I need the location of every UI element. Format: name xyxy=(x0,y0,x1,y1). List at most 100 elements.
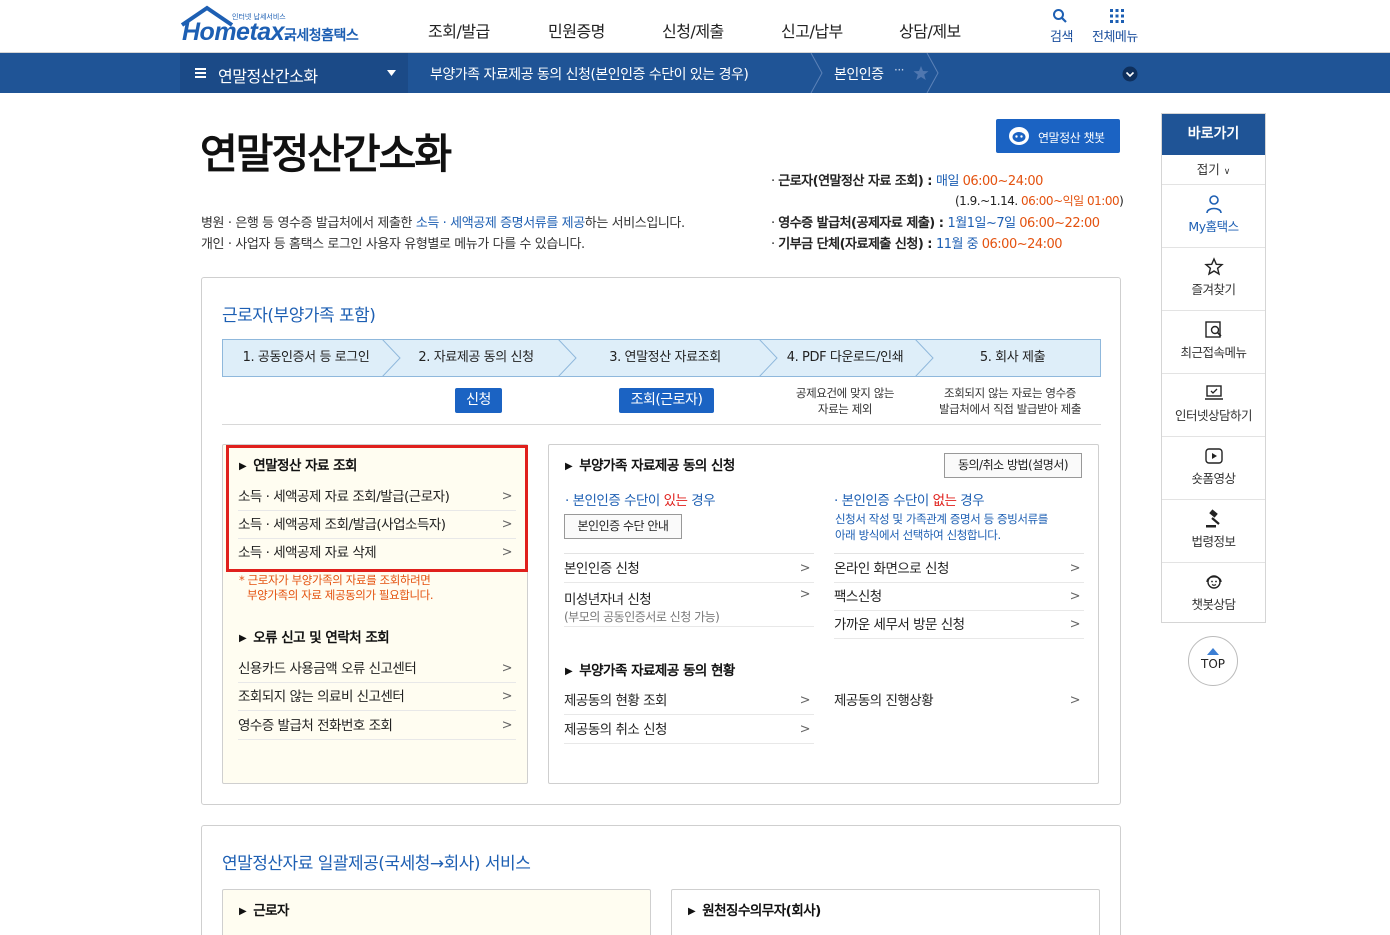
note-line: 조회되지 않는 자료는 영수증 xyxy=(944,386,1076,400)
consent-method-button[interactable]: 동의/취소 방법(설명서) xyxy=(944,453,1082,478)
search-icon xyxy=(1053,9,1067,23)
note-line: 공제요건에 맞지 않는 xyxy=(795,386,895,400)
grid-menu-icon xyxy=(1110,9,1124,23)
info-tail: ) xyxy=(1119,194,1124,208)
consent-heading: 부양가족 자료제공 동의 신청 xyxy=(565,454,735,474)
link-medical-report-center[interactable]: 조회되지 않는 의료비 신고센터 > xyxy=(238,683,516,711)
page-description-2: 개인 · 사업자 등 홈택스 로그인 사용자 유형별로 메뉴가 다를 수 있습니… xyxy=(201,237,585,252)
nav-application[interactable]: 신청/제출 xyxy=(662,18,724,42)
chevron-right-icon: > xyxy=(1069,589,1081,604)
all-menu-button[interactable]: 전체메뉴 xyxy=(1092,6,1144,45)
info-label: 영수증 발급처(공제자료 제출) : xyxy=(778,216,948,231)
link-label: 제공동의 현황 조회 xyxy=(564,693,667,709)
link-consent-status[interactable]: 제공동의 현황 조회 > xyxy=(564,687,814,715)
quick-chatbot-consult[interactable]: 챗봇상담 xyxy=(1162,562,1265,625)
step-1-login: 1. 공동인증서 등 로그인 xyxy=(242,350,370,365)
link-minor-apply[interactable]: 미성년자녀 신청 (부모의 공동인증서로 신청 가능) > xyxy=(564,583,814,627)
chevron-right-icon: > xyxy=(799,587,811,602)
breadcrumb-separator-icon xyxy=(810,53,823,93)
auth-guide-button[interactable]: 본인인증 수단 안내 xyxy=(564,514,682,539)
quick-recent-menu[interactable]: 최근접속메뉴 xyxy=(1162,310,1265,373)
link-income-deduction-worker[interactable]: 소득 · 세액공제 자료 조회/발급(근로자) > xyxy=(238,483,516,511)
quick-internet-consult[interactable]: 인터넷상담하기 xyxy=(1162,373,1265,436)
nav-certificate[interactable]: 민원증명 xyxy=(548,18,605,42)
quick-favorites[interactable]: 즐겨찾기 xyxy=(1162,247,1265,310)
consent-status-heading: 부양가족 자료제공 동의 현황 xyxy=(565,659,735,679)
link-income-deduction-business[interactable]: 소득 · 세액공제 조회/발급(사업소득자) > xyxy=(238,511,516,539)
breadcrumb-path-2[interactable]: 본인인증 xyxy=(834,64,884,84)
query-worker-chip-button[interactable]: 조회(근로자) xyxy=(619,388,714,413)
divider xyxy=(834,553,1084,554)
breadcrumb-path-1[interactable]: 부양가족 자료제공 동의 신청(본인인증 수단이 있는 경우) xyxy=(430,64,749,84)
fold-label: 접기 xyxy=(1196,162,1220,177)
link-label: 가까운 세무서 방문 신청 xyxy=(834,617,965,633)
chevron-right-icon: > xyxy=(799,693,811,708)
breadcrumb-separator-icon xyxy=(926,53,939,93)
info-period: (1.9.~1.14. xyxy=(955,194,1021,208)
quick-my-hometax[interactable]: My홈택스 xyxy=(1162,184,1265,247)
chevron-down-circle-icon[interactable] xyxy=(1122,66,1138,82)
breadcrumb: 연말정산간소화 부양가족 자료제공 동의 신청(본인인증 수단이 있는 경우) … xyxy=(0,53,1390,93)
quick-menu-fold-button[interactable]: 접기 ∨ xyxy=(1162,155,1265,184)
nav-filing[interactable]: 신고/납부 xyxy=(781,18,843,42)
divider xyxy=(222,424,1101,425)
desc-text-highlight: 소득 · 세액공제 증명서류를 제공 xyxy=(415,216,585,231)
play-video-icon xyxy=(1204,448,1223,464)
link-card-error-center[interactable]: 신용카드 사용금액 오류 신고센터 > xyxy=(238,655,516,683)
nav-consult[interactable]: 상담/제보 xyxy=(899,18,961,42)
nav-inquiry[interactable]: 조회/발급 xyxy=(428,18,490,42)
link-auth-apply[interactable]: 본인인증 신청 > xyxy=(564,555,814,583)
search-label: 검색 xyxy=(1050,30,1073,45)
search-button[interactable]: 검색 xyxy=(1048,6,1080,45)
info-time: 06:00~24:00 xyxy=(981,237,1063,252)
chatbot-button[interactable]: 연말정산 챗봇 xyxy=(996,119,1120,153)
chevron-right-icon: > xyxy=(501,689,513,704)
arrow-up-icon xyxy=(1207,648,1219,655)
quick-item-label: 최근접속메뉴 xyxy=(1180,345,1247,360)
info-worker-special-hours: (1.9.~1.14. 06:00~익일 01:00) xyxy=(955,192,1124,209)
step-5-note: 조회되지 않는 자료는 영수증 발급처에서 직접 발급받아 제출 xyxy=(920,385,1100,417)
hamburger-icon xyxy=(195,68,206,78)
chevron-right-icon: > xyxy=(1069,617,1081,632)
link-consent-progress[interactable]: 제공동의 진행상황 > xyxy=(834,687,1084,715)
recent-search-icon xyxy=(1204,321,1222,338)
link-income-deduction-delete[interactable]: 소득 · 세액공제 자료 삭제 > xyxy=(238,539,516,567)
chevron-right-icon: > xyxy=(501,718,513,733)
quick-shortform-video[interactable]: 숏폼영상 xyxy=(1162,436,1265,499)
menu-dropdown[interactable]: 연말정산간소화 xyxy=(180,53,408,93)
quick-item-label: 법령정보 xyxy=(1191,534,1236,549)
error-report-heading: 오류 신고 및 연락처 조회 xyxy=(239,626,390,646)
logo-kr: 국세청홈택스 xyxy=(284,28,359,44)
person-icon xyxy=(1205,195,1222,214)
top-button[interactable]: TOP xyxy=(1188,636,1238,686)
query-heading: 연말정산 자료 조회 xyxy=(239,454,357,474)
link-fax-apply[interactable]: 팩스신청 > xyxy=(834,583,1084,611)
apply-chip-button[interactable]: 신청 xyxy=(455,388,502,413)
caret-down-icon xyxy=(387,70,396,76)
link-online-apply[interactable]: 온라인 화면으로 신청 > xyxy=(834,555,1084,583)
hometax-logo[interactable]: 인터넷 납세서비스 Hometax. 국세청홈택스 xyxy=(180,5,365,47)
note-line: 발급처에서 직접 발급받아 제출 xyxy=(938,402,1082,416)
info-period: 11월 중 xyxy=(936,237,982,252)
link-label: 소득 · 세액공제 조회/발급(사업소득자) xyxy=(238,517,446,533)
link-office-visit[interactable]: 가까운 세무서 방문 신청 > xyxy=(834,611,1084,639)
step-3-query: 3. 연말정산 자료조회 xyxy=(609,350,721,365)
link-consent-cancel[interactable]: 제공동의 취소 신청 > xyxy=(564,716,814,744)
quick-law-info[interactable]: 법령정보 xyxy=(1162,499,1265,562)
quick-item-label: 즐겨찾기 xyxy=(1191,282,1236,297)
step-2-consent: 2. 자료제공 동의 신청 xyxy=(418,350,534,365)
chatbot-headset-icon xyxy=(1205,575,1222,589)
link-sub-label: (부모의 공동인증서로 신청 가능) xyxy=(564,610,720,624)
quick-item-label: My홈택스 xyxy=(1188,219,1239,234)
note-line: 부양가족의 자료 제공동의가 필요합니다. xyxy=(247,588,434,602)
link-issuer-phone[interactable]: 영수증 발급처 전화번호 조회 > xyxy=(238,712,516,740)
info-time: 06:00~익일 01:00 xyxy=(1020,194,1120,208)
no-auth-title: · 본인인증 수단이 없는 경우 xyxy=(834,493,985,509)
link-label: 제공동의 진행상황 xyxy=(834,693,934,709)
chevron-right-icon: > xyxy=(501,545,513,560)
sub-title-c: 경우 xyxy=(956,493,985,509)
logo-wordmark: Hometax. xyxy=(182,18,291,46)
worker-section-title: 근로자(부양가족 포함) xyxy=(222,306,376,326)
breadcrumb-ellipsis: ··· xyxy=(894,63,904,77)
page-title: 연말정산간소화 xyxy=(200,130,452,178)
